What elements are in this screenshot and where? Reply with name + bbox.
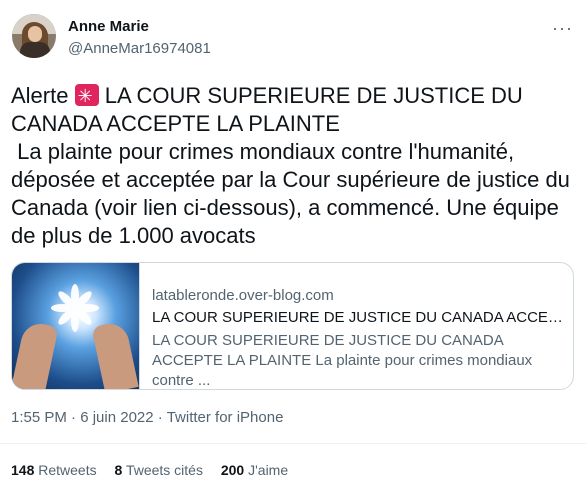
police-siren-icon: [74, 82, 99, 110]
card-description: LA COUR SUPERIEURE DE JUSTICE DU CANADA …: [152, 332, 533, 389]
card-thumbnail: [12, 263, 140, 389]
tweet-prefix: Alerte: [11, 83, 75, 108]
tweet-meta: 1:55 PM · 6 juin 2022 · Twitter for iPho…: [11, 409, 283, 426]
quote-tweets-count: 8: [114, 462, 123, 478]
quote-tweets-stat[interactable]: 8 Tweets cités: [115, 462, 203, 478]
tweet-date[interactable]: 6 juin 2022: [80, 409, 153, 426]
card-title: LA COUR SUPERIEURE DE JUSTICE DU CANADA …: [152, 309, 564, 326]
link-preview-card[interactable]: latableronde.over-blog.com LA COUR SUPER…: [11, 262, 574, 390]
tweet-text: Alerte LA COUR SUPERIEURE DE JUSTICE DU …: [11, 82, 577, 250]
quote-tweets-label: Tweets cités: [125, 462, 203, 478]
tweet-body: LA COUR SUPERIEURE DE JUSTICE DU CANADA …: [11, 83, 570, 248]
likes-count: 200: [220, 462, 245, 478]
likes-stat[interactable]: 200 J'aime: [221, 462, 288, 478]
tweet-header: Anne Marie @AnneMar16974081 ···: [0, 0, 587, 80]
more-horizontal-icon[interactable]: ···: [552, 18, 573, 39]
meta-separator: ·: [66, 409, 81, 426]
left-hand: [12, 320, 59, 389]
tweet-stats: 148 Retweets 8 Tweets cités 200 J'aime: [11, 462, 302, 478]
user-handle[interactable]: @AnneMar16974081: [68, 40, 211, 57]
tweet-time[interactable]: 1:55 PM: [11, 409, 67, 426]
user-name[interactable]: Anne Marie: [68, 18, 149, 35]
tweet-source[interactable]: Twitter for iPhone: [167, 409, 284, 426]
avatar[interactable]: [12, 14, 56, 58]
likes-label: J'aime: [248, 462, 289, 478]
retweets-count: 148: [11, 462, 35, 478]
right-hand: [91, 320, 139, 389]
retweets-stat[interactable]: 148 Retweets: [11, 462, 97, 478]
avatar-body: [20, 42, 50, 58]
retweets-label: Retweets: [38, 462, 97, 478]
divider: [0, 443, 587, 444]
avatar-face: [28, 26, 42, 42]
meta-separator: ·: [153, 409, 167, 426]
card-domain: latableronde.over-blog.com: [152, 287, 334, 304]
glowing-star-icon: [51, 284, 99, 332]
